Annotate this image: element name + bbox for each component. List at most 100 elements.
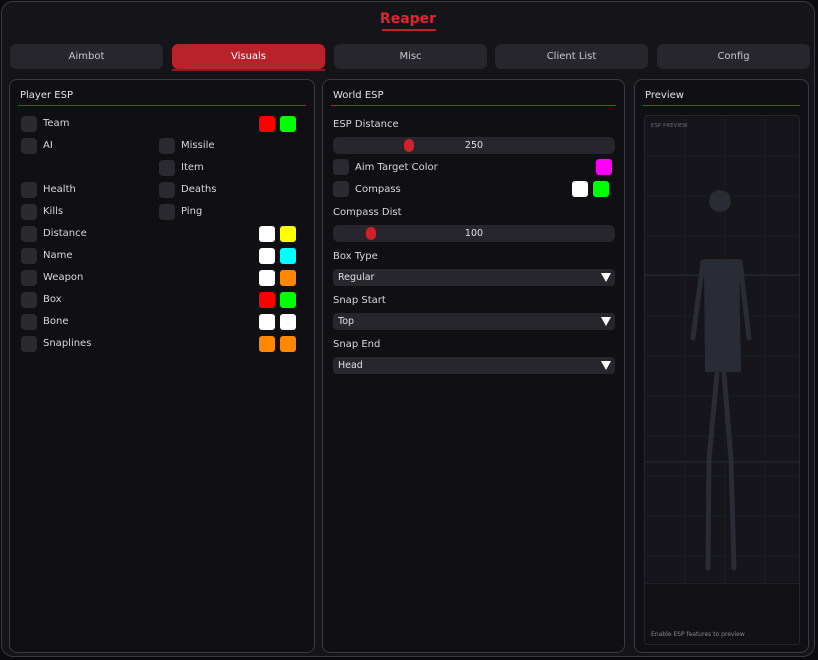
tab-visuals[interactable]: Visuals [172,44,325,71]
option-row: Team [10,116,314,134]
team-checkbox[interactable] [21,116,37,132]
option-row: Kills Ping [10,204,314,222]
color-swatch[interactable] [280,248,296,264]
snap-start-label: Snap Start [333,295,386,306]
tab-config[interactable]: Config [657,44,810,69]
snaplines-checkbox[interactable] [21,336,37,352]
compass-label: Compass [355,184,401,195]
ai-checkbox[interactable] [21,138,37,154]
color-swatch[interactable] [280,292,296,308]
model-thigh-left [706,371,720,462]
color-swatch[interactable] [259,336,275,352]
item-checkbox[interactable] [159,160,175,176]
weapon-checkbox[interactable] [21,270,37,286]
option-label: Team [43,118,70,129]
color-swatch[interactable] [259,116,275,132]
aim-target-color-label: Aim Target Color [355,162,438,173]
color-swatch[interactable] [259,292,275,308]
preview-viewport: ESP PREVIEW Enable ESP features to previ… [644,115,800,645]
option-label: Kills [43,206,64,217]
tab-misc[interactable]: Misc [334,44,487,69]
compass-checkbox[interactable] [333,181,349,197]
model-shin-right [728,456,737,571]
panel-title: Preview [645,90,684,101]
player-model [690,190,752,571]
option-label: Bone [43,316,69,327]
model-shin-left [705,456,712,571]
slider-value: 250 [464,140,484,151]
snap-start-select[interactable]: Top [333,313,615,330]
model-arm-right [737,259,752,341]
color-swatch[interactable] [593,181,609,197]
tab-aimbot[interactable]: Aimbot [10,44,163,69]
esp-distance-label: ESP Distance [333,119,399,130]
tab-client-list[interactable]: Client List [495,44,648,69]
option-label: Weapon [43,272,84,283]
panel-title: Player ESP [20,90,73,101]
option-row: Weapon [10,270,314,288]
deaths-checkbox[interactable] [159,182,175,198]
dropdown-arrow-icon [601,361,611,370]
model-thigh-right [721,371,734,462]
option-label: Health [43,184,76,195]
app-title: Reaper [379,11,437,27]
color-swatch[interactable] [280,270,296,286]
slider-knob[interactable] [403,139,414,152]
snap-end-select[interactable]: Head [333,357,615,374]
select-value: Regular [338,272,375,283]
option-label: AI [43,140,53,151]
model-arm-left [690,259,706,341]
divider [643,105,800,106]
distance-checkbox[interactable] [21,226,37,242]
preview-panel: Preview ESP PREVIEW Enable ESP features … [634,79,809,653]
bone-checkbox[interactable] [21,314,37,330]
box-checkbox[interactable] [21,292,37,308]
compass-dist-label: Compass Dist [333,207,402,218]
option-label: Item [181,162,204,173]
select-value: Head [338,360,363,371]
option-row: Health Deaths [10,182,314,200]
app-window: Reaper Aimbot Visuals Misc Client List C… [1,1,815,657]
color-swatch[interactable] [259,226,275,242]
divider [331,105,616,106]
dropdown-arrow-icon [601,317,611,326]
name-checkbox[interactable] [21,248,37,264]
option-label: Name [43,250,73,261]
preview-footer: Enable ESP features to preview [651,631,745,638]
slider-knob[interactable] [365,227,376,240]
option-row: Snaplines [10,336,314,354]
option-label: Snaplines [43,338,92,349]
box-type-label: Box Type [333,251,378,262]
color-swatch[interactable] [280,314,296,330]
color-swatch[interactable] [596,159,612,175]
option-label: Ping [181,206,203,217]
color-swatch[interactable] [259,270,275,286]
color-swatch[interactable] [280,116,296,132]
panel-title: World ESP [333,90,384,101]
kills-checkbox[interactable] [21,204,37,220]
missile-checkbox[interactable] [159,138,175,154]
dropdown-arrow-icon [601,273,611,282]
color-swatch[interactable] [572,181,588,197]
option-label: Deaths [181,184,217,195]
ping-checkbox[interactable] [159,204,175,220]
model-head [709,190,731,212]
esp-distance-slider[interactable]: 250 [333,137,615,154]
aim-target-color-checkbox[interactable] [333,159,349,175]
box-type-select[interactable]: Regular [333,269,615,286]
world-esp-panel: World ESP ESP Distance 250 Aim Target Co… [322,79,625,653]
color-swatch[interactable] [280,226,296,242]
option-row: Distance [10,226,314,244]
compass-dist-slider[interactable]: 100 [333,225,615,242]
option-row: Name [10,248,314,266]
option-label: Distance [43,228,87,239]
select-value: Top [338,316,355,327]
color-swatch[interactable] [280,336,296,352]
health-checkbox[interactable] [21,182,37,198]
option-label: Missile [181,140,215,151]
color-swatch[interactable] [259,248,275,264]
option-row: Box [10,292,314,310]
snap-end-label: Snap End [333,339,381,350]
player-esp-panel: Player ESP Team AI Missile Item Health D… [9,79,315,653]
color-swatch[interactable] [259,314,275,330]
